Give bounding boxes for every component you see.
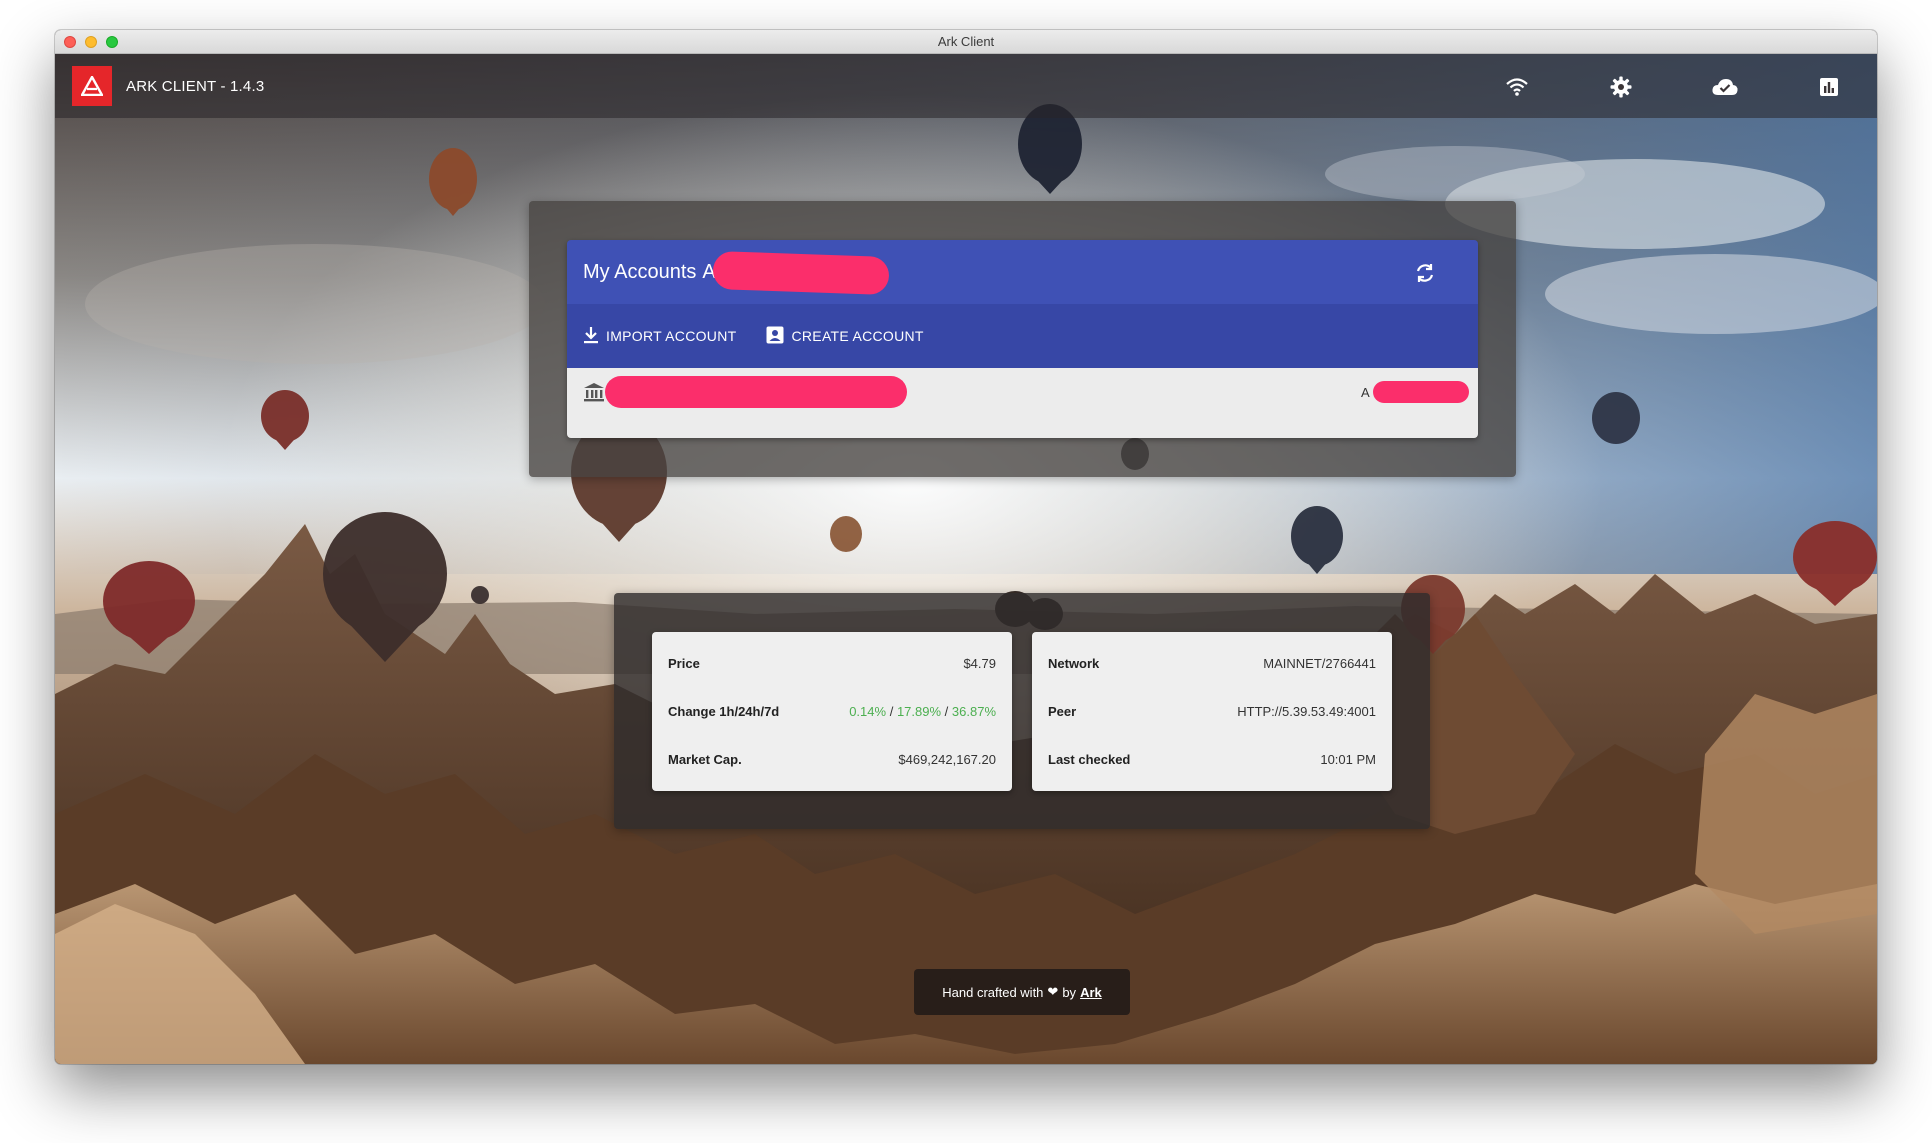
window-minimize-button[interactable] — [85, 36, 97, 48]
price-label: Price — [668, 655, 700, 671]
refresh-icon[interactable] — [1414, 262, 1436, 284]
footer-by: by — [1062, 984, 1077, 1000]
redaction-mark — [712, 250, 890, 296]
stats-panel: Price $4.79 Change 1h/24h/7d 0.14% / 17.… — [614, 593, 1430, 829]
account-row[interactable]: A — [567, 368, 1478, 438]
last-checked-label: Last checked — [1048, 751, 1131, 767]
import-account-label: IMPORT ACCOUNT — [606, 328, 737, 344]
header-toolbar — [1377, 54, 1877, 118]
network-label: Network — [1048, 655, 1100, 671]
accounts-actions: IMPORT ACCOUNT CREATE ACCOUNT — [567, 304, 1478, 368]
redaction-mark — [1373, 381, 1469, 403]
redaction-mark — [605, 376, 907, 408]
peer-value: HTTP://5.39.53.49:4001 — [1237, 703, 1376, 719]
peer-row: Peer HTTP://5.39.53.49:4001 — [1048, 687, 1376, 735]
chart-icon[interactable] — [1816, 74, 1842, 100]
window-close-button[interactable] — [64, 36, 76, 48]
create-account-button[interactable]: CREATE ACCOUNT — [766, 326, 923, 347]
change-1h: 0.14% — [849, 703, 887, 719]
bank-icon — [583, 382, 605, 407]
app-window: Ark Client ARK CLIENT - 1.4.3 My Account… — [55, 30, 1877, 1064]
accounts-header: My Accounts A — [567, 240, 1478, 304]
import-account-button[interactable]: IMPORT ACCOUNT — [583, 326, 736, 347]
marketcap-row: Market Cap. $469,242,167.20 — [668, 735, 996, 783]
footer-text: Hand crafted with — [942, 984, 1044, 1000]
change-row: Change 1h/24h/7d 0.14% / 17.89% / 36.87% — [668, 687, 996, 735]
change-7d: 36.87% — [951, 703, 996, 719]
wifi-icon[interactable] — [1504, 74, 1530, 100]
heart-icon: ❤ — [1047, 984, 1059, 999]
change-separator: / — [944, 703, 949, 719]
cloud-check-icon[interactable] — [1712, 74, 1738, 100]
network-row: Network MAINNET/2766441 — [1048, 639, 1376, 687]
account-box-icon — [766, 326, 784, 347]
change-label: Change 1h/24h/7d — [668, 703, 780, 719]
last-checked-value: 10:01 PM — [1320, 751, 1376, 767]
price-row: Price $4.79 — [668, 639, 996, 687]
marketcap-value: $469,242,167.20 — [898, 751, 996, 767]
ark-logo-icon[interactable] — [72, 66, 112, 106]
footer-credit: Hand crafted with ❤ by Ark — [914, 969, 1130, 1015]
app-header: ARK CLIENT - 1.4.3 — [55, 54, 1877, 118]
accounts-title: My Accounts — [583, 260, 697, 283]
change-values: 0.14% / 17.89% / 36.87% — [849, 704, 996, 719]
window-title: Ark Client — [937, 34, 995, 49]
price-value: $4.79 — [963, 655, 996, 671]
app-title: ARK CLIENT - 1.4.3 — [126, 77, 265, 95]
accounts-card: My Accounts A IMPORT ACCOUNT CREATE ACCO… — [567, 240, 1478, 438]
change-separator: / — [889, 703, 894, 719]
accounts-panel: My Accounts A IMPORT ACCOUNT CREATE ACCO… — [529, 201, 1516, 477]
account-address-prefix: A — [1361, 385, 1370, 400]
ark-link[interactable]: Ark — [1080, 985, 1102, 1000]
network-value: MAINNET/2766441 — [1263, 655, 1376, 671]
change-24h: 17.89% — [896, 703, 942, 719]
marketcap-label: Market Cap. — [668, 751, 742, 767]
download-icon — [583, 326, 599, 347]
window-titlebar[interactable]: Ark Client — [55, 30, 1877, 54]
gear-icon[interactable] — [1608, 74, 1634, 100]
create-account-label: CREATE ACCOUNT — [791, 328, 924, 344]
traffic-lights — [64, 36, 118, 48]
market-card: Price $4.79 Change 1h/24h/7d 0.14% / 17.… — [652, 632, 1012, 791]
peer-label: Peer — [1048, 703, 1077, 719]
last-checked-row: Last checked 10:01 PM — [1048, 735, 1376, 783]
network-card: Network MAINNET/2766441 Peer HTTP://5.39… — [1032, 632, 1392, 791]
window-maximize-button[interactable] — [106, 36, 118, 48]
